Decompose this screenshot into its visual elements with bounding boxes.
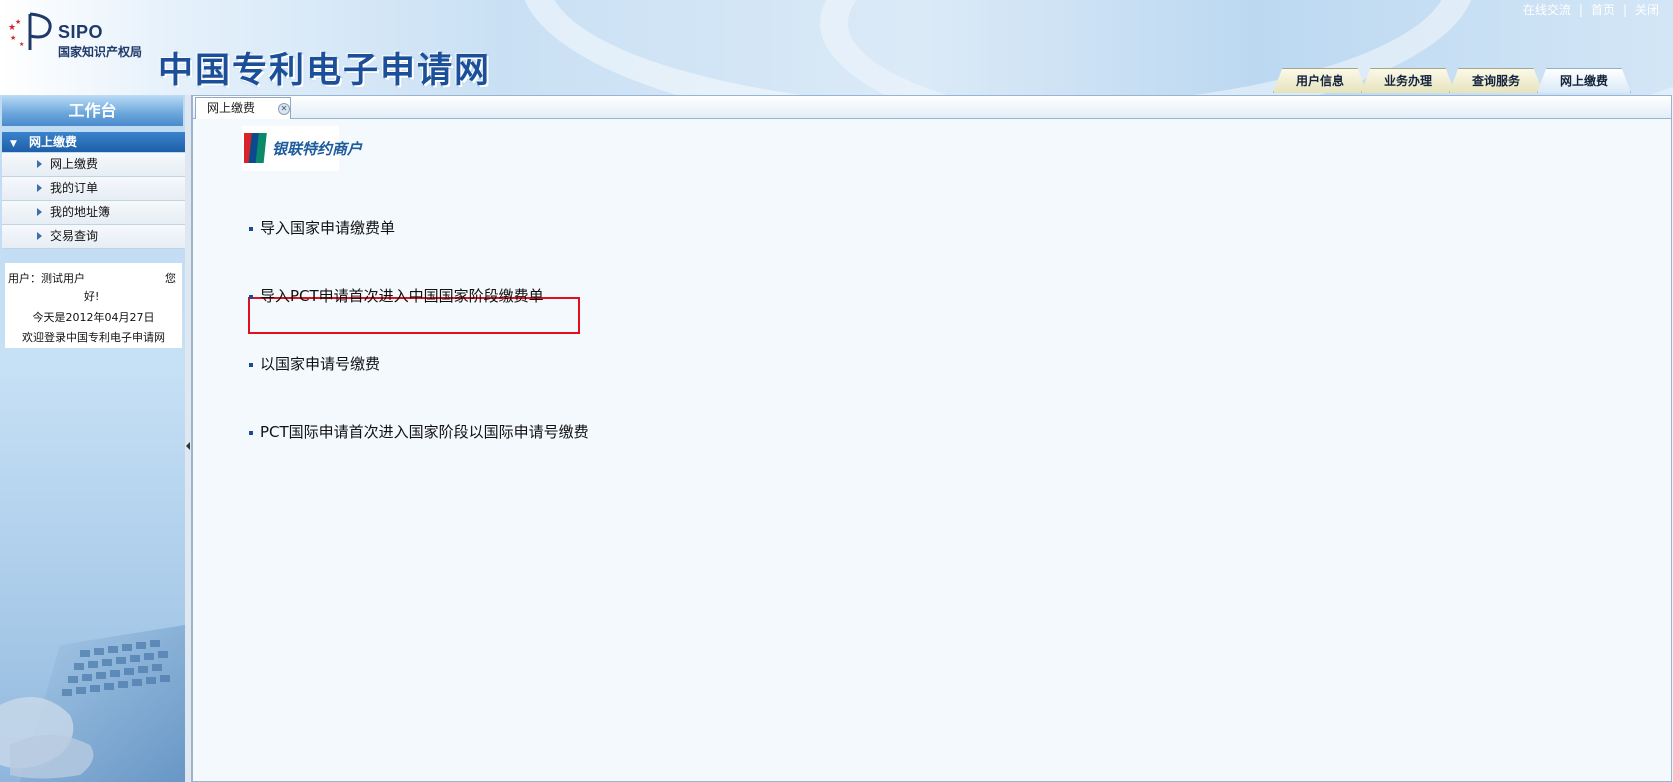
collapse-sidebar-icon[interactable] bbox=[186, 442, 190, 450]
user-name-text: 用户：测试用户 bbox=[8, 272, 85, 285]
sipo-logo: ★ ★ ★ ★ SIPO 国家知识产权局 bbox=[6, 10, 156, 59]
svg-text:★: ★ bbox=[15, 18, 21, 26]
greeting-text-cont: 好! bbox=[84, 290, 100, 303]
menu-arrow-icon bbox=[37, 232, 42, 240]
link-separator: | bbox=[1578, 3, 1583, 17]
tab-query[interactable]: 查询服务 bbox=[1449, 68, 1543, 93]
link-label: 以国家申请号缴费 bbox=[260, 355, 381, 373]
workbench-title: 工作台 bbox=[2, 96, 183, 126]
close-link[interactable]: 关闭 bbox=[1635, 3, 1659, 17]
bullet-icon bbox=[249, 294, 253, 299]
keyboard-illustration bbox=[0, 625, 185, 782]
site-title: 中国专利电子申请网 bbox=[158, 51, 492, 91]
link-label: 导入国家申请缴费单 bbox=[260, 219, 396, 237]
sidebar-item-label: 我的地址簿 bbox=[50, 205, 111, 219]
date-text: 今天是2012年04月27日 bbox=[32, 311, 155, 324]
menu-arrow-icon bbox=[37, 184, 42, 192]
tab-online-payment[interactable]: 网上缴费 bbox=[1537, 68, 1631, 93]
content-tab-online-payment[interactable]: 网上缴费 ✕ bbox=[195, 97, 291, 120]
sidebar-section-online-payment[interactable]: ▼ 网上缴费 bbox=[2, 132, 185, 152]
logo-abbr: SIPO bbox=[58, 22, 104, 42]
greeting-text: 您 bbox=[165, 272, 176, 285]
content-tab-label: 网上缴费 bbox=[207, 101, 256, 115]
tab-business[interactable]: 业务办理 bbox=[1361, 68, 1455, 93]
link-label: PCT国际申请首次进入国家阶段以国际申请号缴费 bbox=[260, 423, 589, 441]
link-label: 导入PCT申请首次进入中国国家阶段缴费单 bbox=[260, 287, 544, 305]
welcome-text: 欢迎登录中国专利电子申请网 bbox=[22, 331, 165, 344]
sidebar-item-online-payment[interactable]: 网上缴费 bbox=[2, 153, 185, 177]
content-panel: 网上缴费 ✕ 银联特约商户 导入国家申请缴费单 导入PCT申请首次进入中国国家阶… bbox=[192, 95, 1672, 782]
site-header: ★ ★ ★ ★ SIPO 国家知识产权局 中国专利电子申请网 在线交流 | 首页 | 关… bbox=[0, 0, 1673, 95]
sidebar-section-label: 网上缴费 bbox=[29, 135, 78, 149]
sidebar-item-label: 交易查询 bbox=[50, 229, 99, 243]
close-icon[interactable]: ✕ bbox=[278, 103, 290, 115]
logo-org-name: 国家知识产权局 bbox=[58, 45, 143, 59]
sidebar-item-address-book[interactable]: 我的地址簿 bbox=[2, 201, 185, 225]
sidebar-splitter[interactable] bbox=[185, 95, 192, 782]
svg-text:★: ★ bbox=[10, 34, 16, 42]
payment-options: 银联特约商户 导入国家申请缴费单 导入PCT申请首次进入中国国家阶段缴费单 以国… bbox=[193, 119, 1671, 781]
tab-user-info[interactable]: 用户信息 bbox=[1273, 68, 1367, 93]
unionpay-merchant-text: 银联特约商户 bbox=[272, 140, 363, 158]
link-separator: | bbox=[1622, 3, 1627, 17]
online-chat-link[interactable]: 在线交流 bbox=[1523, 3, 1571, 17]
svg-text:★: ★ bbox=[19, 41, 24, 48]
collapse-arrow-icon: ▼ bbox=[10, 139, 17, 149]
bullet-icon bbox=[249, 430, 253, 435]
sipo-emblem-icon: ★ ★ ★ ★ bbox=[8, 12, 52, 50]
bullet-icon bbox=[249, 226, 253, 231]
unionpay-merchant-badge: 银联特约商户 bbox=[242, 126, 362, 171]
unionpay-logo-icon bbox=[244, 133, 267, 163]
user-info-panel: 用户：测试用户 您 好! 今天是2012年04月27日 欢迎登录中国专利电子申请… bbox=[5, 263, 182, 348]
home-link[interactable]: 首页 bbox=[1591, 3, 1615, 17]
sidebar: 工作台 ▼ 网上缴费 网上缴费 我的订单 我的地址簿 交易查询 用户：测试用户 … bbox=[0, 95, 185, 782]
sidebar-item-label: 我的订单 bbox=[50, 181, 99, 195]
menu-arrow-icon bbox=[37, 160, 42, 168]
import-national-application-fee-link[interactable]: 导入国家申请缴费单 bbox=[249, 217, 395, 238]
sidebar-item-my-orders[interactable]: 我的订单 bbox=[2, 177, 185, 201]
pay-by-national-number-link[interactable]: 以国家申请号缴费 bbox=[249, 353, 380, 374]
sidebar-item-label: 网上缴费 bbox=[50, 157, 99, 171]
menu-arrow-icon bbox=[37, 208, 42, 216]
bullet-icon bbox=[249, 362, 253, 367]
sidebar-item-transaction-query[interactable]: 交易查询 bbox=[2, 225, 185, 249]
top-links: 在线交流 | 首页 | 关闭 bbox=[1523, 1, 1659, 18]
pay-by-international-number-link[interactable]: PCT国际申请首次进入国家阶段以国际申请号缴费 bbox=[249, 421, 589, 442]
content-tab-bar: 网上缴费 ✕ bbox=[193, 96, 1671, 120]
import-pct-entry-fee-link[interactable]: 导入PCT申请首次进入中国国家阶段缴费单 bbox=[249, 285, 544, 306]
